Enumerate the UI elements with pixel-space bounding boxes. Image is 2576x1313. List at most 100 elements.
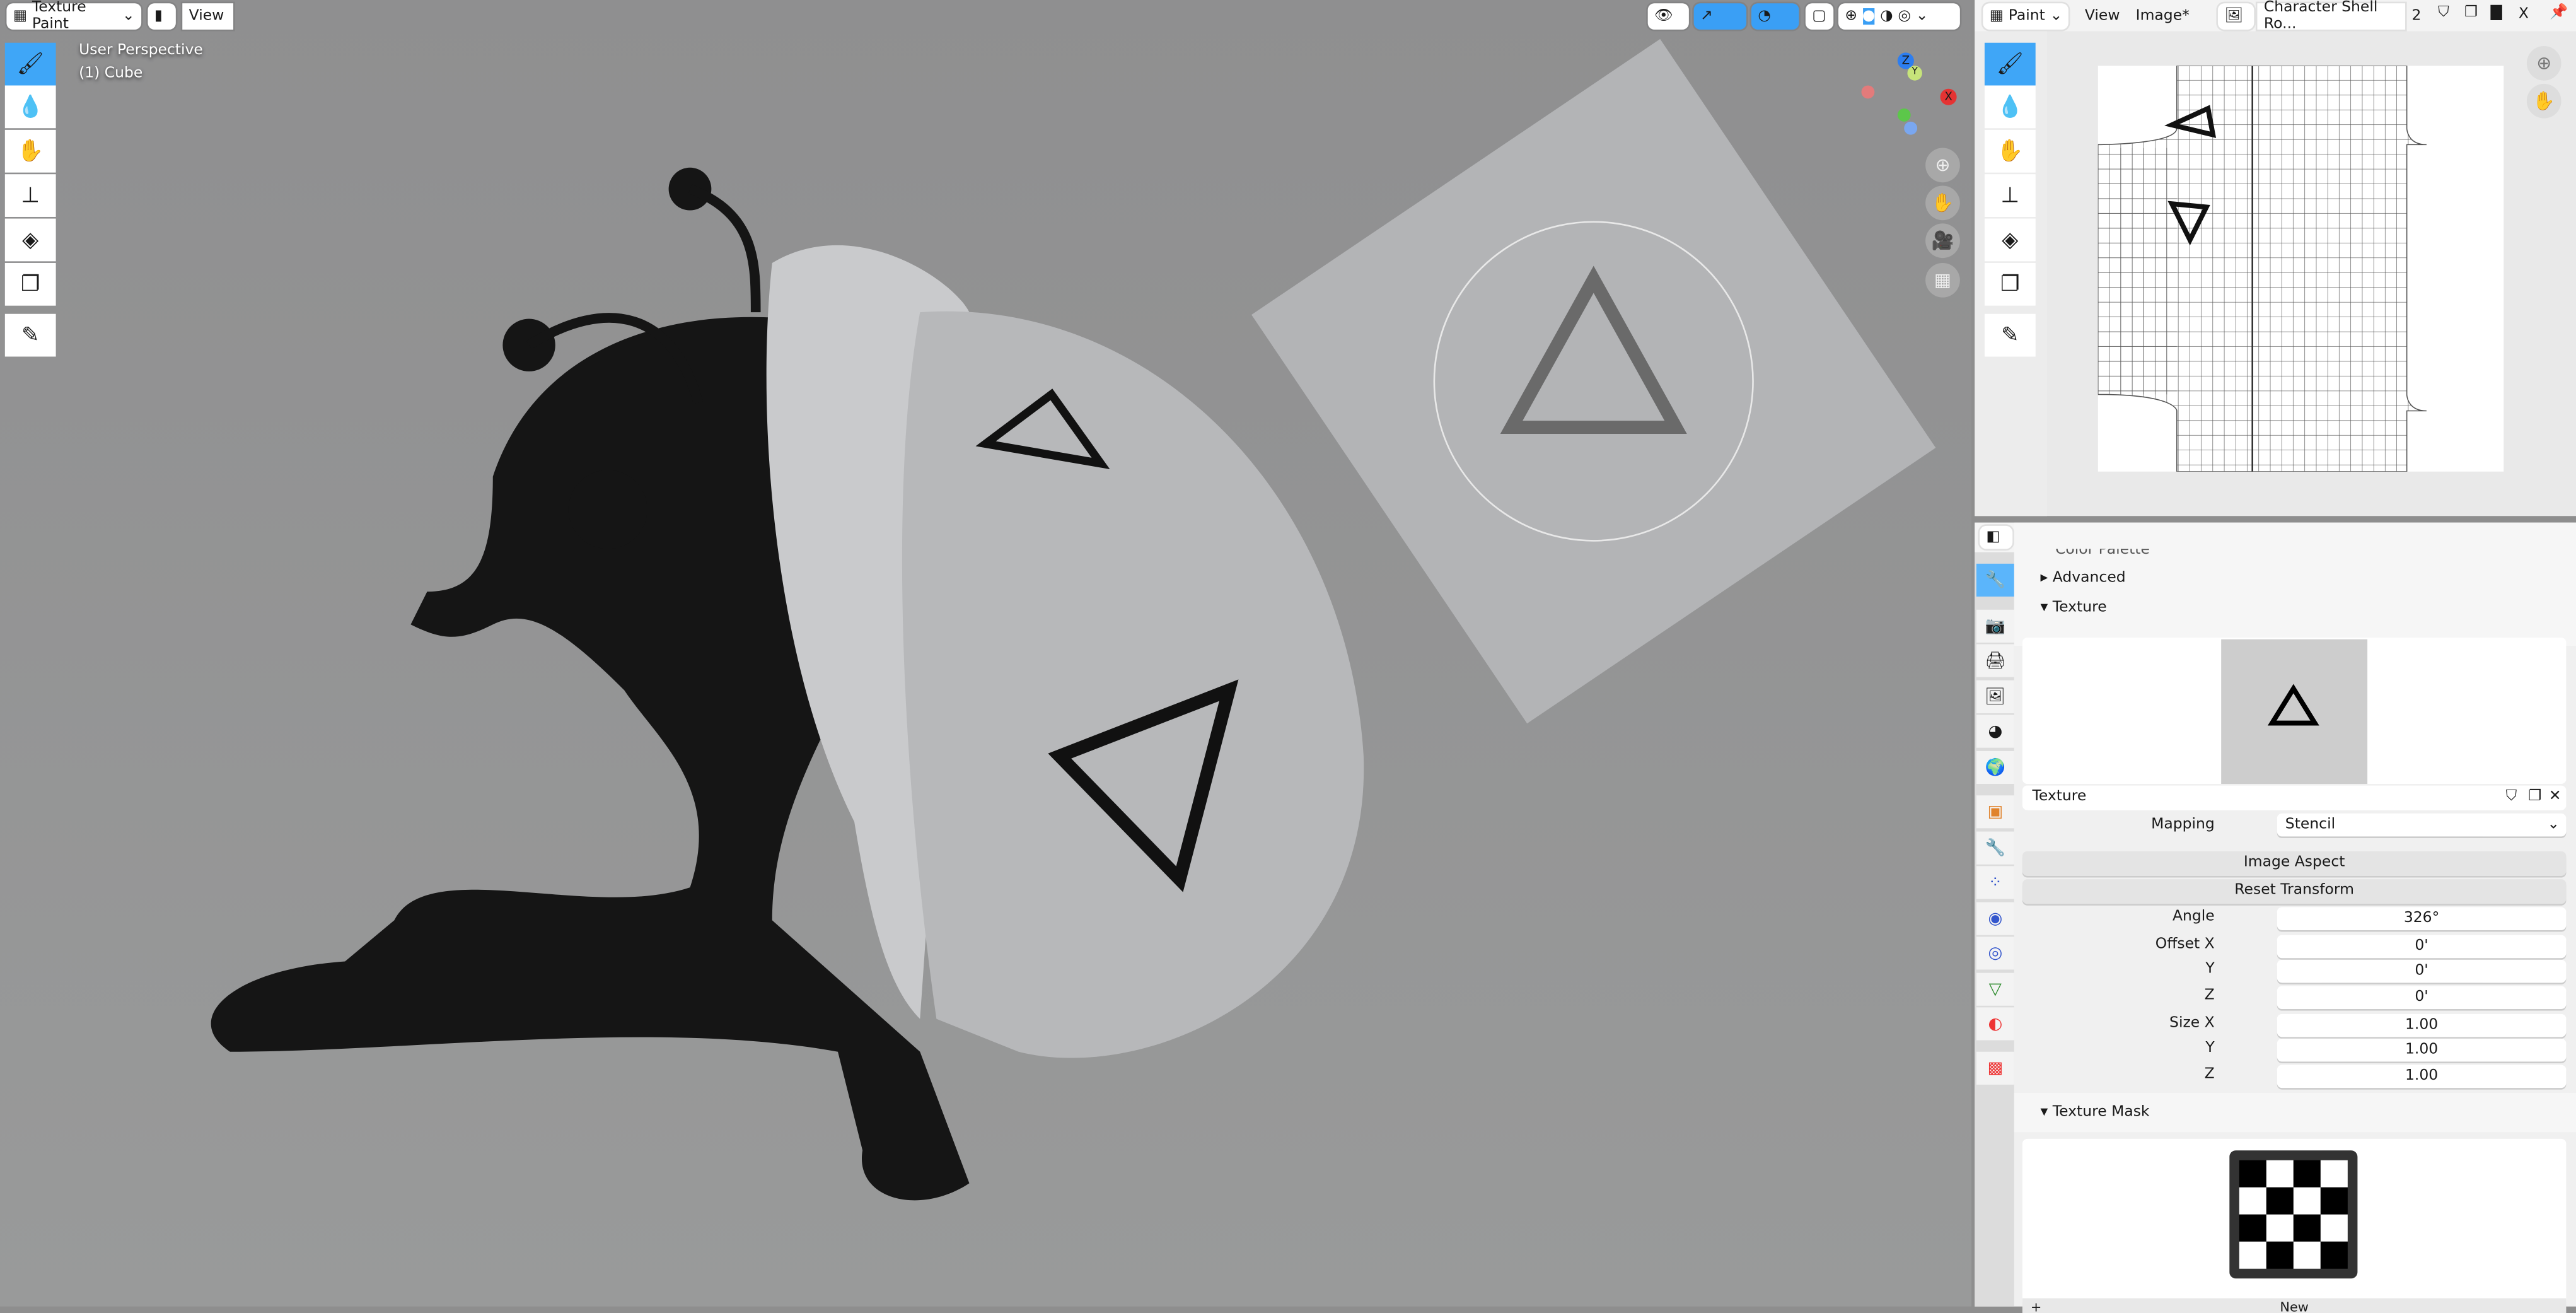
properties-editor[interactable]: ◧ 🔧 📷 🖨 🖼 ◕ 🌍 ▣ 🔧 ⁘ ◉ ◎ ▽ ◐ ▩ Color Pale… — [1975, 522, 2576, 1313]
tool-mask[interactable]: ❐ — [4, 262, 56, 306]
tab-object[interactable]: ▣ — [1976, 795, 2014, 829]
tab-render[interactable]: 📷 — [1976, 609, 2014, 643]
view-menu[interactable]: View — [182, 3, 234, 30]
image-aspect-button[interactable]: Image Aspect — [2022, 851, 2567, 876]
xray-toggle[interactable]: ▢ — [1805, 3, 1834, 30]
tab-world[interactable]: 🌍 — [1976, 750, 2014, 785]
reset-transform-button[interactable]: Reset Transform — [2022, 879, 2567, 904]
ie-tool-soften[interactable]: 💧 — [1984, 85, 2036, 129]
open-folder-icon[interactable]: ▇ — [2491, 5, 2502, 21]
pan-hand-icon[interactable]: ✋ — [1925, 185, 1960, 221]
camera-icon[interactable]: 🎥 — [1925, 223, 1960, 259]
tab-data[interactable]: ▽ — [1976, 972, 2014, 1006]
shading-modes[interactable]: ⊕ ● ◑ ◎ ⌄ — [1838, 3, 1960, 30]
texture-panel-header[interactable]: ▾ Texture — [2041, 600, 2107, 616]
3d-viewport[interactable]: ▦ Texture Paint ⌄ ▮ View 👁 ↗ ◔ ▢ ⊕ ● ◑ ◎ ⌄ 🖌 💧… — [0, 0, 1972, 1307]
image-name-field[interactable]: Character Shell Ro... — [2257, 0, 2406, 33]
mesh-data-icon: ▽ — [1988, 980, 2002, 999]
offset-x-field[interactable]: 0' — [2277, 935, 2567, 959]
uv-image-canvas[interactable] — [2097, 66, 2504, 472]
pin-icon[interactable]: 📌 — [2550, 5, 2568, 21]
unlink-button[interactable]: X — [2519, 6, 2529, 23]
size-z-field[interactable]: 1.00 — [2277, 1065, 2567, 1088]
offset-y-field[interactable]: 0' — [2277, 959, 2567, 983]
new-texture-button[interactable]: + New — [2022, 1298, 2567, 1313]
texture-mask-panel-header[interactable]: ▾ Texture Mask — [2041, 1104, 2150, 1121]
checker-cell — [2320, 1241, 2348, 1269]
texture-mask-preview[interactable]: + New — [2022, 1138, 2567, 1313]
navigation-gizmo[interactable]: Z X Y — [1857, 49, 1963, 139]
size-y-label: Y — [2205, 1040, 2215, 1057]
texture-name-field[interactable]: Texture ⛉ ❐ ✕ — [2022, 785, 2567, 810]
duplicate-icon[interactable]: ❐ — [2528, 786, 2541, 810]
tab-particles[interactable]: ⁘ — [1976, 866, 2014, 899]
size-z-label: Z — [2204, 1066, 2215, 1083]
duplicate-icon[interactable]: ❐ — [2464, 5, 2478, 21]
tab-modifiers[interactable]: 🔧 — [1976, 831, 2014, 865]
mapping-select[interactable]: Stencil ⌄ — [2277, 813, 2567, 837]
users-count[interactable]: 2 — [2411, 8, 2421, 25]
gizmo-toggle[interactable]: ↗ — [1693, 3, 1747, 30]
overlay-toggle[interactable]: ◔ — [1751, 3, 1799, 30]
advanced-panel-header[interactable]: ▸ Advanced — [2041, 570, 2126, 586]
ie-tool-fill[interactable]: ◈ — [1984, 218, 2036, 262]
image-menu[interactable]: Image* — [2136, 8, 2190, 25]
tool-soften[interactable]: 💧 — [4, 85, 56, 129]
offset-z-field[interactable]: 0' — [2277, 986, 2567, 1010]
fake-user-shield-icon[interactable]: ⛉ — [2438, 5, 2449, 21]
mask-icon: ❐ — [2000, 272, 2020, 297]
visibility-dropdown[interactable]: 👁 — [1647, 3, 1689, 30]
ie-tool-draw[interactable]: 🖌 — [1984, 42, 2036, 86]
tab-output[interactable]: 🖨 — [1976, 644, 2014, 677]
tab-texture[interactable]: ▩ — [1976, 1051, 2014, 1085]
editor-type-select[interactable]: ◧ — [1980, 525, 2013, 549]
tab-view-layer[interactable]: 🖼 — [1976, 680, 2014, 713]
ie-tool-clone[interactable]: ⊥ — [1984, 174, 2036, 217]
tab-scene[interactable]: ◕ — [1976, 715, 2014, 748]
tool-draw[interactable]: 🖌 — [4, 42, 56, 86]
ie-tool-annotate[interactable]: ✎ — [1984, 313, 2036, 357]
tab-constraints[interactable]: ◎ — [1976, 937, 2014, 970]
size-y-field[interactable]: 1.00 — [2277, 1038, 2567, 1062]
tool-annotate[interactable]: ✎ — [4, 313, 56, 357]
annotate-icon: ✎ — [2001, 323, 2019, 348]
grid-perspective-icon[interactable]: ▦ — [1925, 262, 1960, 298]
character-shell — [766, 245, 1364, 1058]
texture-preview[interactable] — [2022, 638, 2567, 785]
ie-tool-mask[interactable]: ❐ — [1984, 262, 2036, 306]
tab-physics[interactable]: ◉ — [1976, 902, 2014, 935]
pan-hand-icon[interactable]: ✋ — [2526, 83, 2561, 119]
view-menu[interactable]: View — [2085, 8, 2120, 25]
scene-icon: ◕ — [1988, 722, 2003, 740]
wireframe-icon[interactable]: ⊕ — [1845, 8, 1857, 25]
world-icon: 🌍 — [1985, 758, 2006, 777]
image-editor[interactable]: ▦ Paint ⌄ View Image* 🖼 Character Shell Ro… — [1975, 0, 2576, 516]
brush-icon: 🖌 — [1996, 52, 2024, 77]
tool-clone[interactable]: ⊥ — [4, 174, 56, 217]
unlink-icon[interactable]: ✕ — [2549, 786, 2561, 810]
tab-tool[interactable]: 🔧 — [1976, 563, 2014, 597]
scene-render — [211, 38, 1936, 1201]
zoom-icon[interactable]: ⊕ — [1925, 148, 1960, 183]
solid-icon[interactable]: ● — [1862, 8, 1876, 25]
size-x-field[interactable]: 1.00 — [2277, 1013, 2567, 1037]
fake-user-shield-icon[interactable]: ⛉ — [2506, 786, 2517, 810]
canvas-toggle-button[interactable]: ▮ — [148, 3, 176, 30]
ie-tool-smear[interactable]: ✋ — [1984, 129, 2036, 173]
checker-cell — [2266, 1214, 2294, 1242]
mode-select[interactable]: ▦ Texture Paint ⌄ — [6, 0, 142, 33]
paint-mode-select[interactable]: ▦ Paint ⌄ — [1983, 3, 2068, 30]
chevron-down-icon: ⌄ — [2050, 8, 2063, 25]
image-browse[interactable]: 🖼 — [2217, 3, 2254, 30]
rendered-icon[interactable]: ◎ — [1898, 8, 1911, 25]
chevron-down-icon[interactable]: ⌄ — [1916, 8, 1929, 25]
tab-material[interactable]: ◐ — [1976, 1007, 2014, 1041]
tool-fill[interactable]: ◈ — [4, 218, 56, 262]
zoom-icon[interactable]: ⊕ — [2526, 45, 2561, 81]
drop-icon: 💧 — [17, 94, 44, 119]
checker-cell — [2239, 1187, 2266, 1215]
checker-cell — [2320, 1160, 2348, 1188]
tool-smear[interactable]: ✋ — [4, 129, 56, 173]
angle-field[interactable]: 326° — [2277, 907, 2567, 930]
material-preview-icon[interactable]: ◑ — [1880, 8, 1893, 25]
